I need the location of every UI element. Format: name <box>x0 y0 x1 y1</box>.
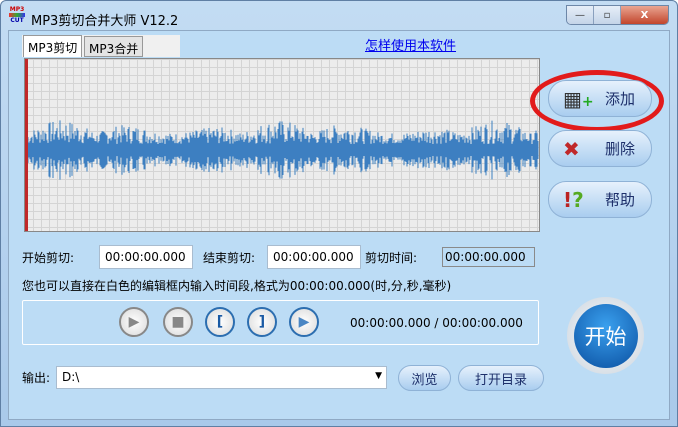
set-start-button[interactable]: [ <box>205 307 235 337</box>
waveform-trace <box>26 120 539 180</box>
browse-button[interactable]: 浏览 <box>398 365 451 391</box>
end-cut-input[interactable]: 00:00:00.000 <box>267 245 361 269</box>
bracket-left-icon: [ <box>216 314 224 330</box>
help-button[interactable]: !? 帮助 <box>548 181 652 218</box>
start-cut-input[interactable]: 00:00:00.000 <box>99 245 193 269</box>
delete-x-icon: ✖ <box>563 136 580 161</box>
maximize-button[interactable]: ▫ <box>594 6 621 24</box>
end-cut-label: 结束剪切: <box>203 251 256 265</box>
tab-mp3-merge[interactable]: MP3合并 <box>84 36 144 57</box>
start-button[interactable]: 开始 <box>567 297 644 374</box>
position-marker[interactable] <box>25 59 28 231</box>
help-link[interactable]: 怎样使用本软件 <box>365 35 456 54</box>
playback-time: 00:00:00.000 / 00:00:00.000 <box>350 316 523 330</box>
output-label: 输出: <box>22 371 51 385</box>
start-cut-label: 开始剪切: <box>22 251 75 265</box>
delete-button[interactable]: ✖ 删除 <box>548 130 652 167</box>
app-logo: MP3 CUT <box>9 6 25 24</box>
play-selection-button[interactable]: ▶ <box>289 307 319 337</box>
close-button[interactable]: X <box>621 6 668 24</box>
output-path-combo[interactable]: D:\ ▼ <box>56 366 387 389</box>
tab-strip: MP3剪切 MP3合并 <box>22 35 180 57</box>
tab-mp3-cut[interactable]: MP3剪切 <box>23 35 83 57</box>
stop-icon: ■ <box>171 314 185 330</box>
minimize-button[interactable]: — <box>567 6 594 24</box>
waveform <box>26 120 539 180</box>
stop-button[interactable]: ■ <box>163 307 193 337</box>
window-title: MP3剪切合并大师 V12.2 <box>31 14 179 29</box>
add-button[interactable]: ▦+ 添加 <box>548 80 652 117</box>
play-icon: ▶ <box>128 314 140 330</box>
play-selection-icon: ▶ <box>298 314 310 330</box>
chevron-down-icon[interactable]: ▼ <box>375 371 382 381</box>
add-video-icon: ▦+ <box>563 86 594 111</box>
bracket-right-icon: ] <box>258 314 266 330</box>
waveform-panel[interactable] <box>24 58 540 232</box>
duration-label: 剪切时间: <box>365 251 418 265</box>
duration-value: 00:00:00.000 <box>442 247 535 267</box>
hint-text: 您也可以直接在白色的编辑框内输入时间段,格式为00:00:00.000(时,分,… <box>22 279 452 293</box>
play-button[interactable]: ▶ <box>119 307 149 337</box>
open-folder-button[interactable]: 打开目录 <box>458 365 544 391</box>
set-end-button[interactable]: ] <box>247 307 277 337</box>
help-question-icon: !? <box>563 187 584 212</box>
